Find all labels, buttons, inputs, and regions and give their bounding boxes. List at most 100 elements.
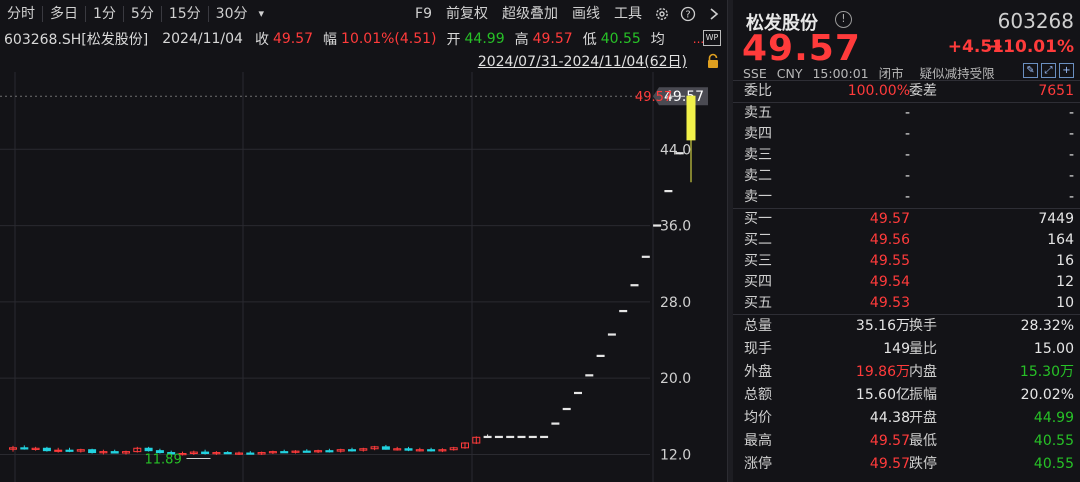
candle-body [325,450,334,453]
open-value: 44.99 [464,31,505,47]
close-label: 收 [254,32,269,48]
candle-body [630,284,639,287]
ask-volume: - [1068,189,1074,205]
candle-body [302,450,311,453]
order-ratio-value: 100.00% [847,83,910,99]
quote-time: 15:00:01 [812,66,869,81]
stat-value: 35.16万 [855,318,910,334]
stat-value: 49.57 [869,433,910,449]
ask-level-label: 卖四 [744,126,772,142]
ask-volume: - [1068,147,1074,163]
bid-price: 49.55 [869,253,910,269]
stat-label: 均价 [744,410,772,426]
low-marker-label: 11.89 [145,453,182,468]
stat-label: 最低 [909,433,937,449]
ask-level-label: 卖一 [744,189,772,205]
period-dropdown-icon[interactable]: ▾ [255,0,269,28]
candle-body [675,152,684,155]
date-range-link[interactable]: 2024/07/31-2024/11/04(62日) [478,51,687,71]
ask-level-row: 卖二 - - [733,166,1080,187]
stat-row: 最高 49.57 最低 40.55 [733,431,1080,452]
info-icon[interactable]: ! [835,11,852,28]
stat-value: 149 [883,341,910,357]
low-label: 低 [582,32,597,48]
lock-icon[interactable] [705,53,721,69]
ask-level-row: 卖五 - - [733,103,1080,124]
help-icon[interactable]: ? [675,0,701,28]
low-value: 40.55 [600,31,641,47]
candle-body [551,422,560,425]
order-diff-label: 委差 [909,83,937,99]
ohlc-info-bar: 603268.SH[松发股份] 2024/11/04 收 49.57 幅 10.… [0,28,727,50]
y-tick-label: 28.0 [660,295,691,311]
candle-body [596,354,605,357]
forward-adjust-button[interactable]: 前复权 [439,0,495,28]
stat-label: 涨停 [744,456,772,472]
stat-label: 最高 [744,433,772,449]
stat-label: 开盘 [909,410,937,426]
candle-body [641,255,650,258]
stat-label: 跌停 [909,456,937,472]
candle-body [280,451,289,454]
period-tab-multiday[interactable]: 多日 [43,0,85,28]
stat-label: 量比 [909,341,937,357]
bid-level-label: 买三 [744,253,772,269]
reduction-warning: 疑似减持受限 [919,66,995,81]
wp-badge-icon[interactable]: WP [703,30,721,46]
stat-row: 外盘 19.86万 内盘 15.30万 [733,362,1080,383]
candle-body [88,449,97,454]
stat-row: 总额 15.60亿 振幅 20.02% [733,385,1080,406]
period-tab-5min[interactable]: 5分 [124,0,161,28]
kline-plot[interactable]: 44.036.028.020.012.049.5749.5711.89 [0,72,727,482]
order-ratio-label: 委比 [744,83,772,99]
bid-level-row: 买二 49.56 164 [733,230,1080,251]
candle-body [381,446,390,450]
quote-panel: 松发股份 ! 603268 49.57 +4.51 +10.01% SSE CN… [733,0,1080,482]
high-marker-label: 49.57 [635,90,672,105]
candle-body [201,451,210,455]
chevron-right-icon[interactable] [701,0,727,28]
period-tab-30min[interactable]: 30分 [209,0,255,28]
bar-date: 2024/11/04 [162,31,243,47]
candle-body [562,407,571,411]
bid-level-row: 买三 49.55 16 [733,251,1080,272]
ask-level-label: 卖二 [744,168,772,184]
bid-level-label: 买一 [744,211,772,227]
bid-level-row: 买四 49.54 12 [733,272,1080,293]
bid-price: 49.54 [869,274,910,290]
currency-label: CNY [776,66,803,81]
super-overlay-button[interactable]: 超级叠加 [495,0,565,28]
y-tick-label: 36.0 [660,219,691,235]
period-tab-timeshare[interactable]: 分时 [0,0,42,28]
order-diff-value: 7651 [1038,83,1074,99]
candle-body [574,391,582,395]
bid-volume: 164 [1047,232,1074,248]
candle-body [65,449,74,452]
tools-button[interactable]: 工具 [607,0,649,28]
stat-label: 振幅 [909,387,937,403]
stat-value: 15.30万 [1019,364,1074,380]
candle-body [585,374,594,377]
candle-body [686,95,696,141]
period-tab-15min[interactable]: 15分 [162,0,208,28]
bid-price: 49.56 [869,232,910,248]
stat-value: 44.99 [1033,410,1074,426]
stat-value: 49.57 [869,456,910,472]
draw-line-button[interactable]: 画线 [565,0,607,28]
settings-gear-icon[interactable] [649,0,675,28]
period-tab-1min[interactable]: 1分 [86,0,123,28]
candle-body [517,435,526,439]
f9-button[interactable]: F9 [408,0,439,28]
candle-body [246,452,255,455]
ask-price: - [904,168,910,184]
ask-volume: - [1068,168,1074,184]
bid-volume: 12 [1056,274,1074,290]
edit-pencil-icon[interactable]: ✎ [1023,63,1038,78]
market-status: 闭市 [878,66,904,81]
stat-label: 总额 [744,387,772,403]
order-ratio-row: 委比 100.00% 委差 7651 [733,81,1080,102]
expand-icon[interactable]: ⤢ [1041,63,1056,78]
add-plus-icon[interactable]: + [1059,63,1074,78]
candle-body [110,451,119,454]
avg-label: 均 [650,32,665,48]
